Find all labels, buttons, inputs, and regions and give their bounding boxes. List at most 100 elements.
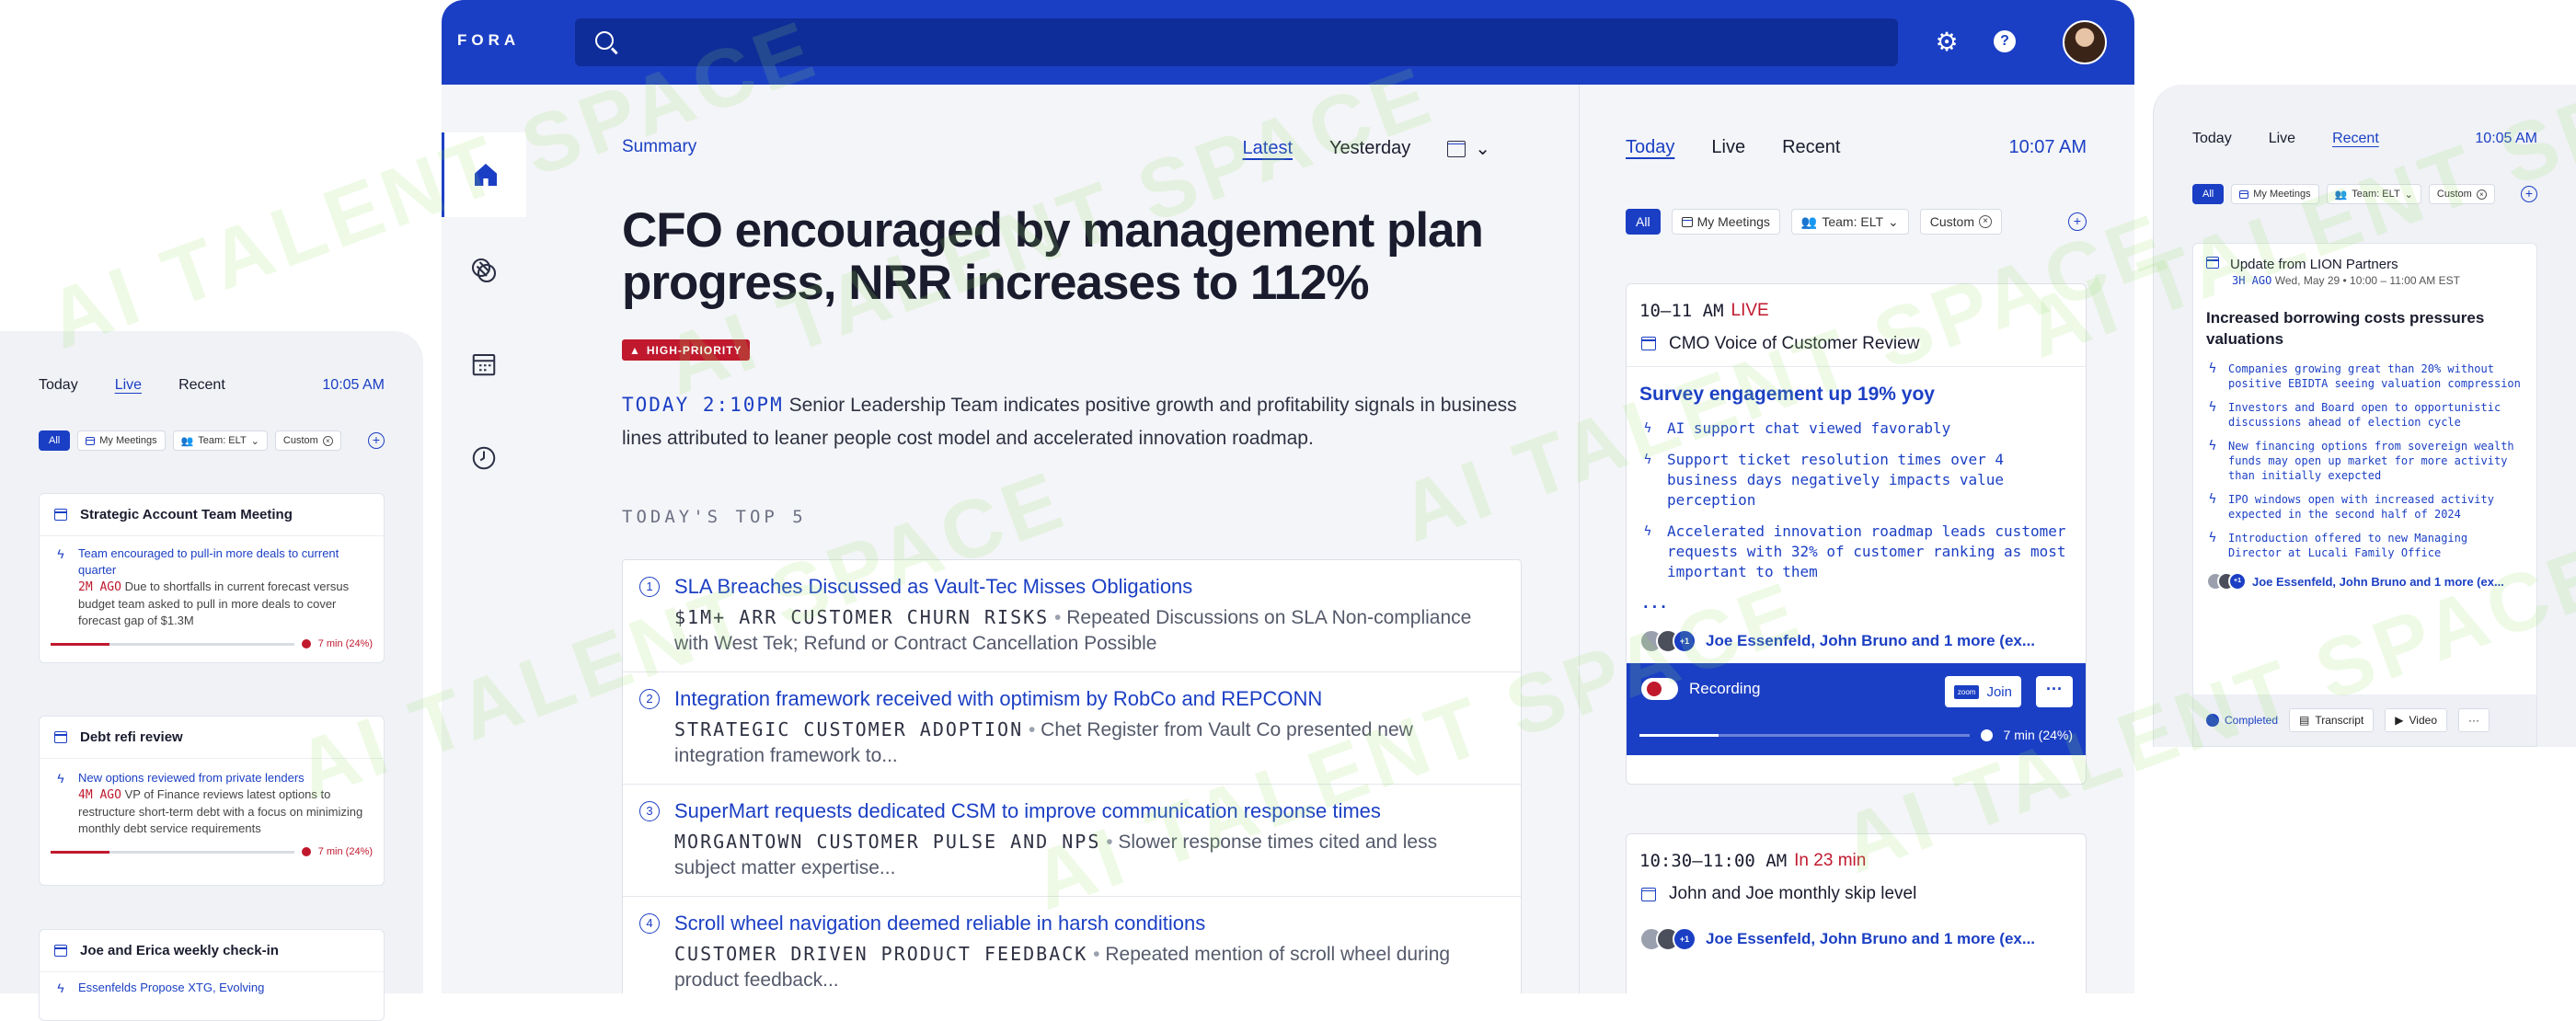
item-title[interactable]: Scroll wheel navigation deemed reliable … (674, 910, 1502, 937)
separator-dot: • (1054, 607, 1062, 628)
side-nav (442, 85, 552, 993)
top-bar: FORA ⚙ ? (442, 0, 2134, 85)
filter-all[interactable]: All (1626, 209, 1661, 235)
tab-recent[interactable]: Recent (1782, 137, 1840, 158)
filter-team[interactable]: 👥 Team: ELT ⌄ (1790, 209, 1909, 235)
join-button[interactable]: zoom Join (1944, 676, 2021, 707)
recent-meeting-card[interactable]: Update from LION Partners 3H AGO Wed, Ma… (2192, 243, 2537, 747)
nav-calendar[interactable] (442, 322, 526, 407)
list-item[interactable]: 3 SuperMart requests dedicated CSM to imp… (623, 785, 1521, 897)
insight-item[interactable]: Introduction offered to new Managing Dir… (2228, 531, 2524, 560)
filter-my-meetings[interactable]: My Meetings (2231, 184, 2319, 204)
warning-icon: ▲ (629, 343, 641, 357)
add-filter-icon[interactable]: + (368, 432, 385, 449)
calendar-icon (54, 731, 67, 743)
filter-team[interactable]: 👥 Team: ELT ⌄ (172, 430, 268, 451)
play-icon: ▶ (2395, 714, 2404, 727)
close-icon[interactable]: × (322, 435, 333, 446)
filter-team[interactable]: 👥 Team: ELT ⌄ (2326, 184, 2421, 204)
calendar-icon (1641, 887, 1656, 901)
search-input[interactable] (575, 18, 1898, 66)
live-meeting-card[interactable]: 10–11 AM LIVE CMO Voice of Customer Revie… (1626, 283, 2087, 785)
gear-icon[interactable]: ⚙ (1934, 29, 1960, 55)
attendee-names[interactable]: Joe Essenfeld, John Bruno and 1 more (ex… (1706, 632, 2035, 650)
attendee-names[interactable]: Joe Essenfeld, John Bruno and 1 more (ex… (1706, 930, 2035, 948)
clock: 10:05 AM (322, 377, 385, 393)
insight-title[interactable]: Team encouraged to pull-in more deals to… (78, 545, 369, 579)
meeting-when: Wed, May 29 • 10:00 – 11:00 AM EST (2274, 274, 2460, 287)
tab-live[interactable]: Live (2269, 131, 2295, 147)
upcoming-meeting-card[interactable]: 10:30–11:00 AM In 23 min John and Joe mon… (1626, 833, 2087, 993)
more-insights[interactable]: ... (1627, 588, 2086, 619)
calendar-icon (2206, 257, 2219, 269)
list-item[interactable]: 2 Integration framework received with opt… (623, 672, 1521, 785)
transcript-button[interactable]: ▤ Transcript (2289, 708, 2375, 732)
tab-yesterday[interactable]: Yesterday (1329, 138, 1410, 159)
date-picker[interactable]: ⌄ (1447, 137, 1490, 160)
filter-my-meetings[interactable]: My Meetings (1671, 209, 1780, 235)
close-icon[interactable]: × (1978, 215, 1992, 228)
calendar-icon (86, 436, 96, 445)
chip-label: My Meetings (99, 435, 157, 446)
help-icon[interactable]: ? (1994, 30, 2016, 52)
app-logo[interactable]: FORA (457, 31, 520, 50)
filter-all[interactable]: All (39, 430, 71, 451)
item-title[interactable]: SuperMart requests dedicated CSM to impr… (674, 797, 1502, 825)
insight-item[interactable]: Support ticket resolution times over 4 b… (1667, 450, 2071, 510)
separator-dot: • (1106, 832, 1113, 853)
more-button[interactable]: ··· (2458, 708, 2490, 732)
nav-history[interactable] (442, 416, 526, 500)
tab-today[interactable]: Today (2192, 131, 2232, 147)
close-icon[interactable]: × (2476, 189, 2487, 200)
item-title[interactable]: SLA Breaches Discussed as Vault-Tec Miss… (674, 573, 1502, 601)
meeting-card[interactable]: Debt refi review ϟ New options reviewed f… (39, 716, 385, 886)
filter-my-meetings[interactable]: My Meetings (77, 430, 166, 451)
add-filter-icon[interactable]: + (2521, 186, 2537, 202)
insight-item[interactable]: Accelerated innovation roadmap leads cus… (1667, 522, 2071, 582)
time-ago: 2M AGO (78, 580, 121, 594)
badge-label: HIGH-PRIORITY (646, 343, 742, 357)
meeting-card[interactable]: Strategic Account Team Meeting ϟ Team enc… (39, 493, 385, 663)
meeting-card[interactable]: Joe and Erica weekly check-in ϟ Essenfeld… (39, 929, 385, 1021)
insight-item[interactable]: Companies growing great than 20% without… (2228, 361, 2524, 391)
summary-link[interactable]: Summary (622, 137, 696, 157)
tab-today[interactable]: Today (39, 377, 78, 394)
tab-recent[interactable]: Recent (178, 377, 225, 394)
live-badge: LIVE (1731, 301, 1769, 320)
recording-toggle[interactable] (1641, 678, 1678, 700)
insight-title[interactable]: Essenfelds Propose XTG, Evolving (78, 980, 264, 996)
bolt-icon: ϟ (57, 771, 64, 786)
insight-item[interactable]: New financing options from sovereign wea… (2228, 439, 2524, 483)
tab-latest[interactable]: Latest (1243, 138, 1293, 159)
tab-live[interactable]: Live (115, 377, 142, 394)
tab-recent[interactable]: Recent (2332, 131, 2379, 147)
progress-label: 7 min (24%) (317, 638, 373, 649)
filter-custom[interactable]: Custom × (2428, 184, 2495, 204)
insight-item[interactable]: Investors and Board open to opportunisti… (2228, 400, 2524, 430)
nav-home[interactable] (442, 132, 526, 217)
tab-today[interactable]: Today (1626, 137, 1674, 158)
attendee-names[interactable]: Joe Essenfeld, John Bruno and 1 more (ex… (2252, 575, 2504, 589)
separator-dot: • (1093, 944, 1100, 965)
item-tag: MORGANTOWN CUSTOMER PULSE AND NPS (674, 831, 1101, 853)
more-button[interactable]: ··· (2036, 676, 2073, 707)
insight-item[interactable]: IPO windows open with increased activity… (2228, 492, 2524, 522)
insight-desc: VP of Finance reviews latest options to … (78, 787, 363, 835)
filter-custom[interactable]: Custom × (1919, 209, 2002, 235)
list-item[interactable]: 1 SLA Breaches Discussed as Vault-Tec Mis… (623, 560, 1521, 672)
list-item[interactable]: 4 Scroll wheel navigation deemed reliable… (623, 897, 1521, 993)
top5-list: 1 SLA Breaches Discussed as Vault-Tec Mis… (622, 559, 1522, 993)
filter-custom[interactable]: Custom × (274, 430, 341, 451)
insight-item[interactable]: AI support chat viewed favorably (1667, 419, 1950, 439)
add-filter-icon[interactable]: + (2068, 212, 2087, 231)
filter-all[interactable]: All (2192, 184, 2225, 204)
avatar[interactable] (2063, 20, 2107, 64)
recording-bar: Recording zoom Join ··· 7 min (24%) (1627, 663, 2086, 755)
video-button[interactable]: ▶ Video (2385, 708, 2447, 732)
tab-live[interactable]: Live (1711, 137, 1745, 158)
nav-insights[interactable] (442, 228, 526, 313)
item-title[interactable]: Integration framework received with opti… (674, 685, 1502, 713)
bolt-icon: ϟ (1643, 453, 1652, 467)
insight-title[interactable]: New options reviewed from private lender… (78, 770, 369, 786)
check-circle-icon (2206, 714, 2219, 727)
